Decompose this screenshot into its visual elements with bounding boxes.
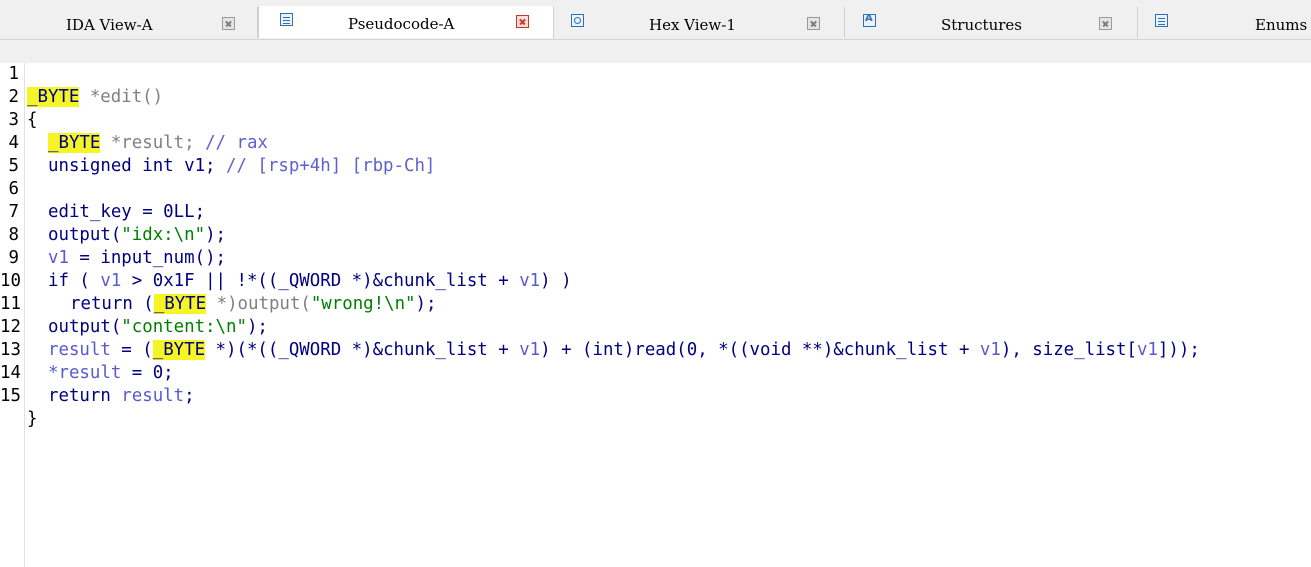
- tab-pseudocode-a[interactable]: Pseudocode-A: [258, 6, 554, 38]
- line-number: 15: [0, 386, 21, 406]
- close-icon[interactable]: [222, 17, 235, 30]
- structures-icon: A: [863, 13, 876, 27]
- close-icon[interactable]: [516, 15, 529, 28]
- code-line[interactable]: 2 {: [0, 63, 1311, 130]
- code-line[interactable]: 12 result = (_BYTE *)(*((_QWORD *)&chunk…: [0, 293, 1311, 360]
- code-line[interactable]: 1 _BYTE *edit(): [0, 40, 1311, 107]
- code-line[interactable]: 9 if ( v1 > 0x1F || !*((_QWORD *)&chunk_…: [0, 224, 1311, 291]
- pseudocode-editor[interactable]: 1 _BYTE *edit() 2 { 3 _BYTE *result; // …: [0, 40, 1311, 567]
- code-line[interactable]: 5: [0, 132, 1311, 176]
- tab-ida-view-a[interactable]: IDA View-A: [0, 7, 258, 38]
- code-line[interactable]: 3 _BYTE *result; // rax: [0, 86, 1311, 153]
- tab-bar: IDA View-A Pseudocode-A Hex View-1 A Str…: [0, 0, 1311, 40]
- code-text: return result;: [48, 386, 195, 406]
- code-line[interactable]: 6 edit_key = 0LL;: [0, 155, 1311, 222]
- tab-label: IDA View-A: [66, 16, 153, 34]
- code-line[interactable]: 13 *result = 0;: [0, 316, 1311, 383]
- code-line[interactable]: 8 v1 = input_num();: [0, 201, 1311, 268]
- code-line[interactable]: 4 unsigned int v1; // [rsp+4h] [rbp-Ch]: [0, 109, 1311, 176]
- tab-label: Pseudocode-A: [348, 15, 455, 33]
- code-line[interactable]: 10 return (_BYTE *)output("wrong!\n");: [0, 247, 1311, 314]
- tab-enums[interactable]: Enums: [1138, 7, 1311, 38]
- code-line[interactable]: 15 }: [0, 362, 1311, 429]
- hex-view-icon: [571, 14, 584, 27]
- tab-label: Structures: [941, 16, 1022, 34]
- close-icon[interactable]: [1099, 17, 1112, 30]
- close-icon[interactable]: [807, 17, 820, 30]
- tab-hex-view-1[interactable]: Hex View-1: [554, 7, 845, 38]
- code-line[interactable]: 7 output("idx:\n");: [0, 178, 1311, 245]
- code-line[interactable]: 14 return result;: [0, 339, 1311, 406]
- code-line[interactable]: 11 output("content:\n");: [0, 270, 1311, 337]
- tab-structures[interactable]: A Structures: [845, 7, 1138, 38]
- enums-icon: [1155, 14, 1168, 27]
- tab-label: Hex View-1: [649, 16, 736, 34]
- code-text: }: [27, 409, 38, 429]
- pseudocode-icon: [280, 13, 293, 26]
- tab-label: Enums: [1255, 16, 1308, 34]
